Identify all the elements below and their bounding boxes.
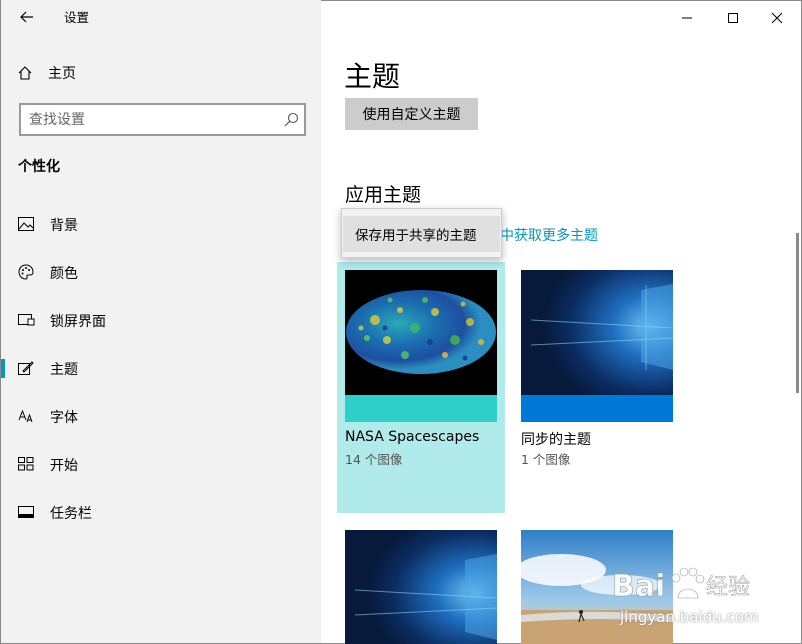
- get-more-themes-link[interactable]: 中获取更多主题: [500, 225, 598, 245]
- back-button[interactable]: [11, 4, 43, 30]
- sidebar-item-colors[interactable]: 颜色: [1, 252, 321, 292]
- theme-name: 同步的主题: [521, 432, 591, 448]
- theme-tile-windows[interactable]: [337, 522, 505, 644]
- scrollbar[interactable]: [796, 233, 799, 393]
- theme-image-count: 1 个图像: [521, 452, 571, 467]
- minimize-button[interactable]: [664, 5, 710, 31]
- maximize-icon: [728, 13, 738, 23]
- sidebar-item-label: 锁屏界面: [50, 314, 106, 330]
- home-label: 主页: [48, 66, 76, 82]
- home-icon: [18, 66, 32, 80]
- app-title: 设置: [64, 10, 90, 25]
- watermark-url: jingyan.baidu.com: [620, 608, 759, 626]
- close-icon: [771, 12, 783, 24]
- back-arrow-icon: [20, 11, 33, 23]
- home-nav-item[interactable]: 主页: [17, 62, 76, 84]
- sidebar-item-label: 字体: [50, 410, 78, 426]
- lock-screen-icon: [17, 311, 35, 329]
- font-icon: [17, 407, 35, 425]
- svg-text:经验: 经验: [706, 575, 750, 600]
- svg-text:Bai: Bai: [612, 569, 665, 604]
- taskbar-icon: [17, 503, 35, 521]
- sidebar-item-label: 颜色: [50, 266, 78, 282]
- sidebar-item-start[interactable]: 开始: [1, 444, 321, 484]
- theme-brush-icon: [17, 359, 35, 377]
- minimize-icon: [682, 17, 692, 19]
- sidebar: 设置 主页 个性化 背景 颜色 锁屏界面 主题: [0, 0, 321, 644]
- palette-icon: [17, 263, 35, 281]
- theme-preview-image: [345, 530, 497, 644]
- apply-theme-heading: 应用主题: [345, 184, 422, 206]
- baidu-watermark-logo: Bai 经验: [612, 567, 750, 604]
- selected-indicator: [1, 359, 5, 378]
- page-title: 主题: [344, 60, 401, 93]
- image-icon: [17, 215, 35, 233]
- sidebar-item-label: 主题: [50, 362, 78, 378]
- search-box[interactable]: [19, 103, 306, 136]
- sidebar-item-label: 任务栏: [50, 506, 92, 522]
- sidebar-item-taskbar[interactable]: 任务栏: [1, 492, 321, 532]
- theme-name: NASA Spacescapes: [345, 429, 480, 445]
- main-content: 主题 使用自定义主题 应用主题 中获取更多主题 NASA Spacescapes…: [321, 0, 802, 644]
- sidebar-item-label: 开始: [50, 458, 78, 474]
- sidebar-item-lock-screen[interactable]: 锁屏界面: [1, 300, 321, 340]
- custom-theme-button[interactable]: 使用自定义主题: [345, 98, 478, 130]
- sidebar-item-fonts[interactable]: 字体: [1, 396, 321, 436]
- search-icon[interactable]: [282, 111, 300, 129]
- start-icon: [17, 455, 35, 473]
- theme-preview-image: [345, 270, 497, 422]
- search-input[interactable]: [21, 105, 271, 134]
- close-button[interactable]: [754, 5, 800, 31]
- theme-context-menu: 保存用于共享的主题: [341, 208, 502, 258]
- sidebar-item-label: 背景: [50, 218, 78, 234]
- maximize-button[interactable]: [710, 5, 756, 31]
- theme-tile-nasa-spacescapes[interactable]: NASA Spacescapes 14 个图像: [337, 262, 505, 513]
- sidebar-item-background[interactable]: 背景: [1, 204, 321, 244]
- sidebar-item-themes[interactable]: 主题: [1, 348, 321, 388]
- save-theme-for-sharing-menu-item[interactable]: 保存用于共享的主题: [343, 216, 500, 252]
- theme-preview-image: [521, 270, 673, 422]
- section-heading: 个性化: [18, 159, 60, 175]
- theme-tile-synced[interactable]: 同步的主题 1 个图像: [513, 262, 681, 513]
- theme-image-count: 14 个图像: [345, 452, 403, 467]
